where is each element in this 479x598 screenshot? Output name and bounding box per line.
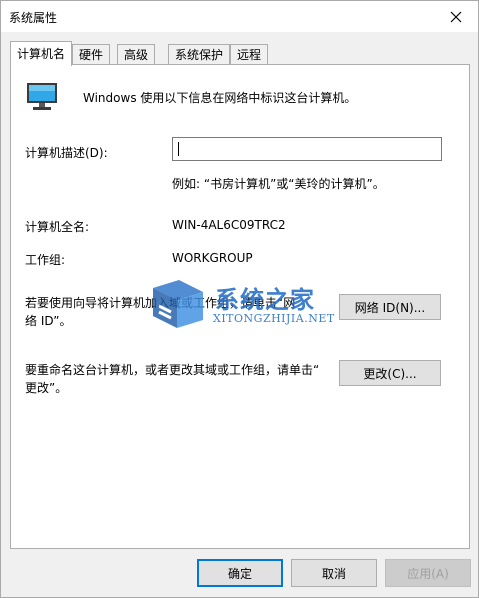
full-name-value: WIN-4AL6C09TRC2: [172, 218, 286, 232]
close-icon: [450, 11, 462, 22]
system-properties-window: 系统属性 计算机名 硬件 高级 系统保护 远程 Windows 使用以下信息在网…: [0, 0, 479, 598]
workgroup-value: WORKGROUP: [172, 251, 253, 265]
rename-text-line2: 更改”。: [25, 381, 68, 395]
ok-button[interactable]: 确定: [197, 559, 283, 587]
watermark-brand: 系统之家: [215, 286, 315, 314]
watermark: 系统之家 XITONGZHIJIA.NET: [149, 276, 369, 336]
description-label: 计算机描述(D):: [25, 146, 108, 160]
computer-description-input[interactable]: [172, 137, 442, 161]
tab-advanced[interactable]: 高级: [117, 44, 156, 66]
text-caret: [178, 142, 179, 156]
example-text: 例如: “书房计算机”或“美玲的计算机”。: [172, 177, 385, 191]
title-bar[interactable]: 系统属性: [1, 1, 478, 32]
watermark-logo-icon: [153, 280, 203, 328]
network-text-line2: 络 ID”。: [25, 314, 72, 328]
computer-icon: [27, 83, 57, 110]
tab-system-protection[interactable]: 系统保护: [168, 44, 231, 66]
full-name-label: 计算机全名:: [25, 220, 90, 234]
rename-text-line1: 要重命名这台计算机，或者更改其域或工作组，请单击“: [25, 363, 320, 377]
tab-remote[interactable]: 远程: [230, 44, 269, 66]
window-title: 系统属性: [9, 11, 58, 25]
tab-hardware[interactable]: 硬件: [72, 44, 111, 66]
apply-button[interactable]: 应用(A): [385, 559, 471, 587]
close-button[interactable]: [434, 1, 478, 32]
cancel-button[interactable]: 取消: [291, 559, 377, 587]
tab-computer-name[interactable]: 计算机名: [10, 41, 73, 66]
intro-text: Windows 使用以下信息在网络中标识这台计算机。: [83, 91, 357, 105]
workgroup-label: 工作组:: [25, 253, 66, 267]
watermark-url: XITONGZHIJIA.NET: [213, 312, 335, 325]
change-button[interactable]: 更改(C)...: [339, 360, 441, 386]
